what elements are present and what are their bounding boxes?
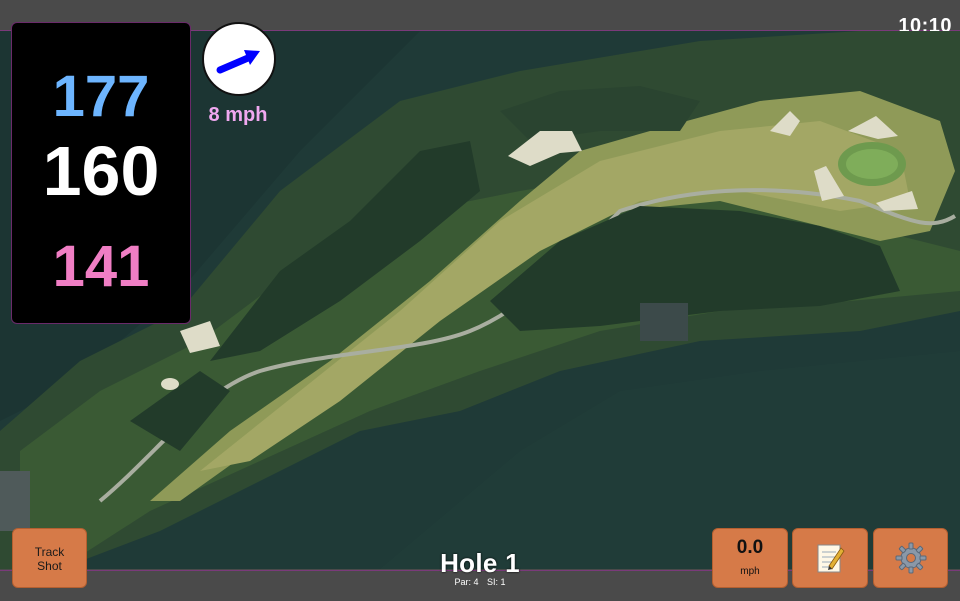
track-shot-label-line1: Track: [34, 545, 65, 559]
notepad-icon: [817, 544, 845, 573]
speed-button[interactable]: 0.0 mph: [712, 528, 788, 588]
arrow-up-right-icon: [216, 50, 260, 74]
notes-button[interactable]: [792, 528, 868, 588]
track-shot-label-line2: Shot: [37, 559, 62, 573]
hole-title: Hole 1: [440, 548, 520, 578]
speed-value: 0.0: [736, 537, 764, 558]
par-label: Par: 4: [454, 577, 479, 587]
back-distance: 177: [52, 64, 150, 129]
distance-panel: 177 160 141: [11, 22, 191, 324]
wind-indicator: [202, 22, 276, 96]
speed-unit: mph: [740, 566, 760, 577]
gear-icon: [895, 542, 926, 574]
track-shot-button[interactable]: Track Shot: [12, 528, 87, 588]
hole-meta: Par: 4 SI: 1: [380, 577, 580, 587]
settings-button[interactable]: [873, 528, 948, 588]
front-distance: 141: [52, 234, 150, 299]
si-label: SI: 1: [487, 577, 506, 587]
middle-distance: 160: [42, 132, 160, 210]
wind-speed-label: 8 mph: [208, 104, 268, 126]
